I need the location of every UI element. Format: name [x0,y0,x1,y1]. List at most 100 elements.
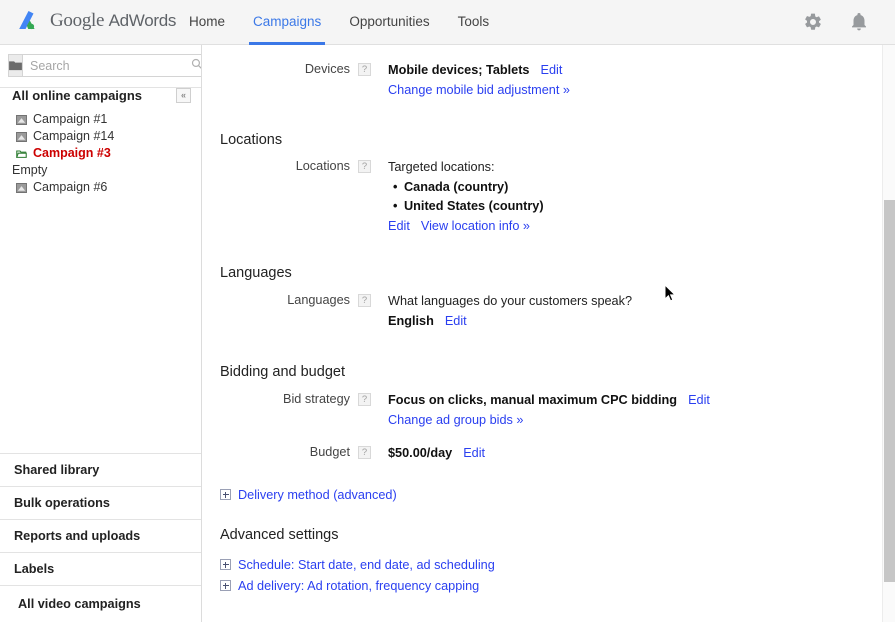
locations-label: Locations [203,158,350,173]
ad-delivery-expander[interactable]: Ad delivery: Ad rotation, frequency capp… [220,579,883,593]
nav-item-home[interactable]: Home [175,0,239,45]
budget-value: $50.00/day [388,446,452,460]
budget-edit-link[interactable]: Edit [463,446,485,460]
folder-icon[interactable] [8,54,22,77]
languages-question: What languages do your customers speak? [388,292,632,312]
bell-icon[interactable] [849,12,869,32]
languages-row: Languages ? What languages do your custo… [203,292,883,331]
sidebar-item-label: Empty [12,163,47,177]
sidebar-item-label: Campaign #3 [33,146,111,160]
sidebar-group-header: All online campaigns « [0,88,201,103]
languages-section-title: Languages [220,265,883,281]
gear-icon[interactable] [803,12,823,32]
budget-label: Budget [203,444,350,459]
languages-edit-link[interactable]: Edit [445,314,467,328]
delivery-method-expander[interactable]: Delivery method (advanced) [220,488,883,502]
bid-strategy-sub-link-line: Change ad group bids » [388,411,710,431]
collapse-sidebar-button[interactable]: « [176,88,191,103]
adwords-settings-page: Google AdWords Home Campaigns Opportunit… [0,0,895,622]
locations-edit-link[interactable]: Edit [388,219,410,233]
campaign-open-icon [16,148,27,158]
sidebar-item-bulk-operations[interactable]: Bulk operations [0,486,201,519]
campaign-list: Campaign #1 Campaign #14 Campaign #3 Emp… [0,110,201,195]
sidebar-item-all-video-campaigns[interactable]: All video campaigns [0,585,201,622]
view-location-info-link[interactable]: View location info » [421,219,530,233]
devices-sub-link-line: Change mobile bid adjustment » [388,81,570,101]
schedule-link[interactable]: Schedule: Start date, end date, ad sched… [238,558,495,572]
bid-strategy-value-block: Focus on clicks, manual maximum CPC bidd… [388,391,710,430]
vertical-scrollbar[interactable] [882,45,895,622]
sidebar-item-label: Campaign #1 [33,112,107,126]
sidebar-item-labels[interactable]: Labels [0,552,201,585]
campaign-icon [16,182,27,192]
nav-item-campaigns[interactable]: Campaigns [239,0,335,45]
campaign-icon [16,131,27,141]
sidebar-group-title: All online campaigns [12,88,142,103]
locations-row: Locations ? Targeted locations: Canada (… [203,158,883,236]
bidding-section-title: Bidding and budget [220,364,883,380]
header-icon-group [803,12,869,32]
devices-label: Devices [203,61,350,76]
list-item: United States (country) [404,197,544,217]
budget-value-block: $50.00/day Edit [388,444,485,464]
bid-strategy-value: Focus on clicks, manual maximum CPC bidd… [388,393,677,407]
sidebar-item-shared-library[interactable]: Shared library [0,453,201,486]
schedule-expander[interactable]: Schedule: Start date, end date, ad sched… [220,558,883,572]
plus-expand-icon[interactable] [220,580,231,591]
sidebar-item-empty[interactable]: Empty [0,161,201,178]
locations-links-line: Edit View location info » [388,217,544,237]
settings-content: Devices ? Mobile devices; Tablets Edit Ch… [203,45,883,622]
devices-edit-link[interactable]: Edit [540,63,562,77]
devices-help-icon[interactable]: ? [358,63,371,76]
main-navigation: Home Campaigns Opportunities Tools [175,0,503,45]
devices-value-block: Mobile devices; Tablets Edit Change mobil… [388,61,570,100]
targeted-locations-intro: Targeted locations: [388,158,544,178]
sidebar-item-label: Campaign #14 [33,129,114,143]
budget-help-icon[interactable]: ? [358,446,371,459]
budget-row: Budget ? $50.00/day Edit [203,444,883,464]
bid-strategy-label: Bid strategy [203,391,350,406]
search-box[interactable] [22,54,202,77]
sidebar-item-label: Campaign #6 [33,180,107,194]
delivery-method-link[interactable]: Delivery method (advanced) [238,488,397,502]
change-mobile-bid-adjustment-link[interactable]: Change mobile bid adjustment » [388,83,570,97]
nav-item-opportunities[interactable]: Opportunities [335,0,443,45]
locations-value-block: Targeted locations: Canada (country) Uni… [388,158,544,236]
bid-strategy-value-line: Focus on clicks, manual maximum CPC bidd… [388,391,710,411]
left-sidebar: All online campaigns « Campaign #1 Campa… [0,45,202,622]
sidebar-item-campaign-6[interactable]: Campaign #6 [0,178,201,195]
devices-value: Mobile devices; Tablets [388,63,529,77]
sidebar-item-campaign-3[interactable]: Campaign #3 [0,144,201,161]
list-item: Canada (country) [404,178,544,198]
languages-help-icon[interactable]: ? [358,294,371,307]
brand-google: Google [50,10,104,31]
locations-help-icon[interactable]: ? [358,160,371,173]
devices-value-line: Mobile devices; Tablets Edit [388,61,570,81]
brand-text: Google AdWords [50,10,176,32]
brand-logo[interactable]: Google AdWords [16,8,176,34]
campaign-icon [16,114,27,124]
sidebar-bottom-links: Shared library Bulk operations Reports a… [0,453,201,622]
brand-product: AdWords [109,11,177,30]
sidebar-search-row [8,54,193,77]
nav-item-tools[interactable]: Tools [444,0,504,45]
devices-row: Devices ? Mobile devices; Tablets Edit Ch… [203,61,883,100]
languages-label: Languages [203,292,350,307]
plus-expand-icon[interactable] [220,559,231,570]
sidebar-item-campaign-14[interactable]: Campaign #14 [0,127,201,144]
change-ad-group-bids-link[interactable]: Change ad group bids » [388,413,523,427]
google-adwords-logo-icon [16,8,42,34]
search-input[interactable] [30,56,191,75]
plus-expand-icon[interactable] [220,489,231,500]
bid-strategy-help-icon[interactable]: ? [358,393,371,406]
scrollbar-thumb[interactable] [884,200,895,582]
top-header: Google AdWords Home Campaigns Opportunit… [0,0,895,45]
search-icon[interactable] [191,57,202,75]
sidebar-item-reports-and-uploads[interactable]: Reports and uploads [0,519,201,552]
targeted-locations-list: Canada (country) United States (country) [388,178,544,217]
locations-section-title: Locations [220,132,883,148]
ad-delivery-link[interactable]: Ad delivery: Ad rotation, frequency capp… [238,579,479,593]
languages-value-block: What languages do your customers speak? … [388,292,632,331]
bid-strategy-edit-link[interactable]: Edit [688,393,710,407]
sidebar-item-campaign-1[interactable]: Campaign #1 [0,110,201,127]
